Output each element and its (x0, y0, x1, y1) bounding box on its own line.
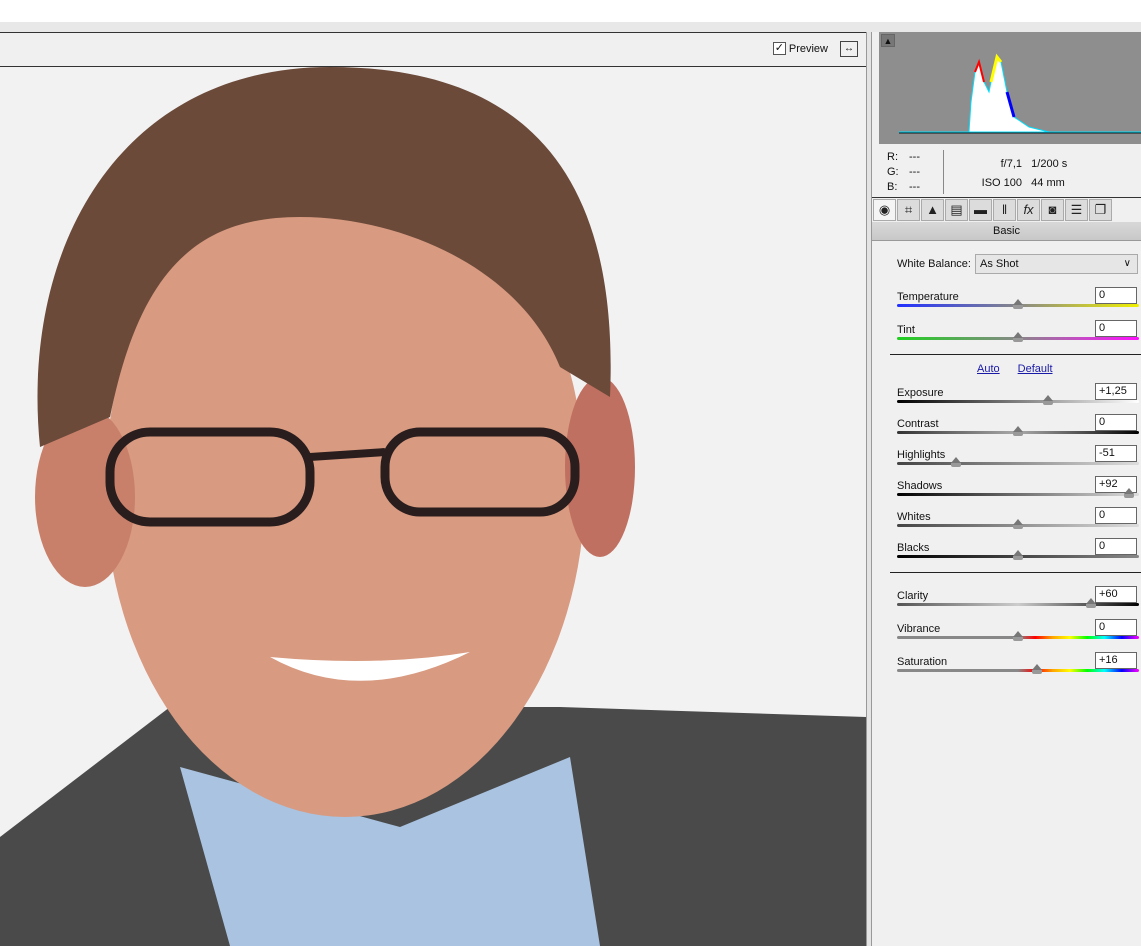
exif-info: f/7,1 1/200 s ISO 100 44 mm (970, 155, 1068, 193)
info-divider (943, 150, 944, 194)
whites-slider-row: Whites 0 (897, 507, 1139, 541)
temperature-slider-row: Temperature 0 (897, 287, 1139, 321)
vibrance-label: Vibrance (897, 623, 941, 635)
saturation-input[interactable]: +16 (1095, 652, 1137, 669)
checkbox-icon[interactable]: ✓ (772, 42, 786, 55)
focal-length: 44 mm (1031, 177, 1065, 189)
exposure-slider-row: Exposure +1,25 (897, 383, 1139, 417)
shadows-slider[interactable] (897, 493, 1139, 496)
saturation-slider-thumb[interactable] (1032, 664, 1043, 674)
chevron-down-icon: ∨ (1123, 258, 1131, 269)
panel-tabs: ◉ ⌗ ▲ ▤ ▬ ‖ fx ◙ ☰ ❐ (872, 198, 1141, 222)
preview-label: Preview (788, 42, 828, 55)
highlights-label: Highlights (897, 449, 946, 461)
presets-tab-icon[interactable]: ☰ (1065, 199, 1088, 221)
white-balance-value: As Shot (979, 258, 1019, 270)
exposure-label: Exposure (897, 387, 944, 399)
g-label: G: (887, 166, 899, 178)
preview-toolbar: ✓ Preview ↔ (0, 32, 866, 67)
exposure-slider-thumb[interactable] (1043, 395, 1054, 405)
tint-label: Tint (897, 324, 915, 336)
vibrance-slider-thumb[interactable] (1013, 631, 1023, 641)
effects-tab-icon[interactable]: fx (1017, 199, 1040, 221)
highlights-slider-row: Highlights -51 (897, 445, 1139, 479)
highlights-slider-thumb[interactable] (951, 457, 962, 467)
highlights-slider[interactable] (897, 462, 1139, 465)
histogram-graph (899, 53, 1141, 134)
whites-input[interactable]: 0 (1095, 507, 1137, 524)
aperture: f/7,1 (1000, 158, 1022, 170)
white-balance: White Balance: As Shot ∨ (897, 254, 1138, 274)
camera-calibration-tab-icon[interactable]: ◙ (1041, 199, 1064, 221)
blacks-label: Blacks (897, 542, 930, 554)
contrast-label: Contrast (897, 418, 939, 430)
snapshots-tab-icon[interactable]: ❐ (1089, 199, 1112, 221)
blacks-input[interactable]: 0 (1095, 538, 1137, 555)
window-top-strip (0, 22, 1141, 32)
saturation-label: Saturation (897, 656, 948, 668)
contrast-slider-thumb[interactable] (1013, 426, 1023, 436)
saturation-slider[interactable] (897, 669, 1139, 672)
fullscreen-toggle-icon[interactable]: ↔ (840, 41, 858, 57)
white-balance-label: White Balance: (897, 258, 971, 270)
tone-curve-tab-icon[interactable]: ⌗ (897, 199, 920, 221)
default-link[interactable]: Default (1018, 363, 1053, 375)
portrait-photo (0, 67, 866, 946)
clarity-input[interactable]: +60 (1095, 586, 1137, 603)
exposure-input[interactable]: +1,25 (1095, 383, 1137, 400)
exposure-slider[interactable] (897, 400, 1139, 403)
r-value: --- (909, 151, 920, 163)
b-label: B: (887, 181, 898, 193)
tint-slider-thumb[interactable] (1013, 332, 1023, 342)
whites-slider-thumb[interactable] (1013, 519, 1023, 529)
temperature-input[interactable]: 0 (1095, 287, 1137, 304)
vibrance-slider-row: Vibrance 0 (897, 619, 1139, 653)
shadows-label: Shadows (897, 480, 943, 492)
tint-slider-row: Tint 0 (897, 320, 1139, 354)
image-info: R: --- G: --- B: --- f/7,1 1/200 s ISO 100 … (872, 146, 1141, 198)
detail-tab-icon[interactable]: ▲ (921, 199, 944, 221)
r-label: R: (887, 151, 898, 163)
blacks-slider-thumb[interactable] (1013, 550, 1023, 560)
contrast-slider-row: Contrast 0 (897, 414, 1139, 448)
auto-link[interactable]: Auto (977, 363, 1000, 375)
clarity-slider-row: Clarity +60 (897, 586, 1139, 620)
clarity-slider[interactable] (897, 603, 1139, 606)
b-value: --- (909, 181, 920, 193)
section-title: Basic (872, 222, 1141, 241)
blacks-slider-row: Blacks 0 (897, 538, 1139, 572)
split-toning-tab-icon[interactable]: ▬ (969, 199, 992, 221)
divider (890, 354, 1141, 355)
white-balance-select[interactable]: As Shot ∨ (974, 254, 1138, 274)
image-preview[interactable] (0, 67, 866, 946)
clarity-slider-thumb[interactable] (1085, 598, 1096, 608)
highlights-input[interactable]: -51 (1095, 445, 1137, 462)
adjustments-panel: ▲ R: --- G: --- B: --- f/7,1 1/200 s ISO 10… (872, 32, 1141, 946)
lens-corrections-tab-icon[interactable]: ‖ (993, 199, 1016, 221)
auto-default-links: Auto Default (977, 363, 1053, 375)
basic-tab-icon[interactable]: ◉ (873, 199, 896, 221)
vibrance-input[interactable]: 0 (1095, 619, 1137, 636)
clarity-label: Clarity (897, 590, 929, 602)
shadow-clipping-warning-icon[interactable]: ▲ (881, 34, 895, 47)
shadows-slider-row: Shadows +92 (897, 476, 1139, 510)
temperature-label: Temperature (897, 291, 959, 303)
divider (890, 572, 1141, 573)
shutter-speed: 1/200 s (1031, 158, 1068, 170)
shadows-slider-thumb[interactable] (1124, 488, 1135, 498)
preview-checkbox[interactable]: ✓ Preview (772, 42, 828, 55)
tint-input[interactable]: 0 (1095, 320, 1137, 337)
whites-label: Whites (897, 511, 931, 523)
iso: ISO 100 (981, 177, 1022, 189)
g-value: --- (909, 166, 920, 178)
contrast-input[interactable]: 0 (1095, 414, 1137, 431)
hsl-tab-icon[interactable]: ▤ (945, 199, 968, 221)
histogram: ▲ (879, 32, 1141, 144)
rgb-readout: R: --- G: --- B: --- (887, 150, 931, 195)
saturation-slider-row: Saturation +16 (897, 652, 1139, 686)
temperature-slider-thumb[interactable] (1013, 299, 1023, 309)
